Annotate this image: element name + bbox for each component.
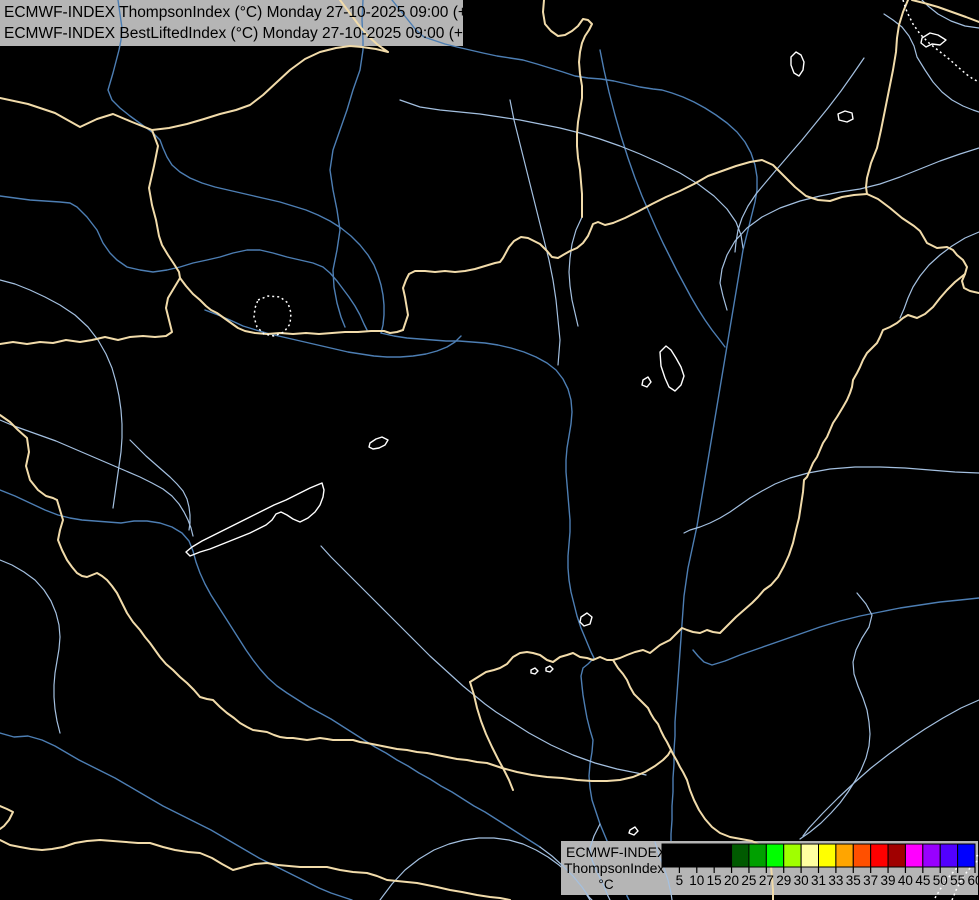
legend-tick-label: 25 bbox=[741, 873, 756, 888]
legend-color-cell bbox=[714, 844, 731, 867]
legend-tick-label: 55 bbox=[950, 873, 965, 888]
legend-unit-label: °C bbox=[598, 877, 613, 892]
legend-tick-label: 30 bbox=[794, 873, 809, 888]
legend-tick-label: 37 bbox=[863, 873, 878, 888]
legend-tick-label: 39 bbox=[881, 873, 896, 888]
legend-tick-label: 5 bbox=[676, 873, 684, 888]
legend-color-cell bbox=[801, 844, 818, 867]
legend-tick-label: 10 bbox=[689, 873, 704, 888]
legend-color-cell bbox=[853, 844, 870, 867]
title-line-2: ECMWF-INDEX BestLiftedIndex (°C) Monday … bbox=[4, 25, 485, 42]
legend-product-label: ECMWF-INDEX bbox=[566, 844, 667, 860]
legend-tick-label: 33 bbox=[828, 873, 843, 888]
legend-color-cell bbox=[958, 844, 975, 867]
legend-tick-label: 31 bbox=[811, 873, 826, 888]
legend-color-cell bbox=[888, 844, 905, 867]
legend-color-cell bbox=[940, 844, 957, 867]
legend-tick-label: 29 bbox=[776, 873, 791, 888]
legend-color-cell bbox=[836, 844, 853, 867]
title-line-1: ECMWF-INDEX ThompsonIndex (°C) Monday 27… bbox=[4, 4, 489, 21]
legend-color-cell bbox=[697, 844, 714, 867]
legend-color-cell bbox=[905, 844, 922, 867]
legend-color-cell bbox=[749, 844, 766, 867]
legend-tick-label: 45 bbox=[915, 873, 930, 888]
legend-tick-label: 50 bbox=[933, 873, 948, 888]
legend-color-cell bbox=[923, 844, 940, 867]
legend-color-cell bbox=[766, 844, 783, 867]
weather-map: 5 1015202527293031333537394045505560 ECMW… bbox=[0, 0, 979, 900]
legend-tick-label: 15 bbox=[707, 873, 722, 888]
legend-index-label: ThompsonIndex bbox=[564, 860, 664, 876]
legend-tick-label: 20 bbox=[724, 873, 739, 888]
legend-color-cell bbox=[819, 844, 836, 867]
legend-tick-label: 35 bbox=[846, 873, 861, 888]
map-background bbox=[0, 0, 979, 900]
legend-color-cell bbox=[679, 844, 696, 867]
legend-tick-label: 40 bbox=[898, 873, 913, 888]
legend-color-cell bbox=[871, 844, 888, 867]
legend-tick-label: 60 bbox=[967, 873, 979, 888]
legend-tick-label: 27 bbox=[759, 873, 774, 888]
weather-map-viewer: 5 1015202527293031333537394045505560 ECMW… bbox=[0, 0, 979, 900]
legend-color-cell bbox=[784, 844, 801, 867]
legend-color-cell bbox=[732, 844, 749, 867]
